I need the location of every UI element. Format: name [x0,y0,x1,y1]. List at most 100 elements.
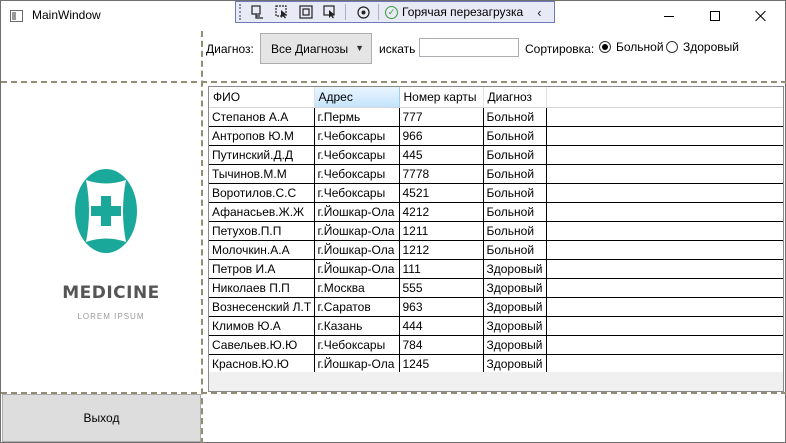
cell-diagnosis[interactable]: Здоровый [483,297,547,317]
cell-fio[interactable]: Афанасьев.Ж.Ж [209,202,315,222]
cell-fio[interactable]: Степанов А.А [209,107,315,127]
xaml-debug-toolbar: ✓ Горячая перезагрузка ‹ [235,1,555,23]
cell-diagnosis[interactable]: Больной [483,145,547,165]
cell-address[interactable]: г.Йошкар-Ола [314,221,400,241]
toolbar-grip[interactable] [239,4,245,20]
cell-address[interactable]: г.Йошкар-Ола [314,354,400,374]
sort-radio-sick[interactable] [599,41,611,53]
table-row[interactable]: Петухов.П.П г.Йошкар-Ола 1211 Больной [209,221,783,241]
table-row[interactable]: Климов Ю.А г.Казань 444 Здоровый [209,316,783,336]
table-row[interactable]: Воротилов.С.С г.Чебоксары 4521 Больной [209,183,783,203]
cell-card-number[interactable]: 445 [399,145,484,165]
collapse-toolbar-chevron-icon[interactable]: ‹ [537,5,541,20]
cell-diagnosis[interactable]: Больной [483,202,547,222]
select-element-button[interactable] [271,3,293,21]
cell-diagnosis[interactable]: Больной [483,240,547,260]
display-layout-adorners-button[interactable] [295,3,317,21]
cell-diagnosis[interactable]: Здоровый [483,316,547,336]
cell-diagnosis[interactable]: Здоровый [483,278,547,298]
close-button[interactable] [738,1,784,31]
table-row[interactable]: Краснов.Ю.Ю г.Йошкар-Ола 1245 Здоровый [209,354,783,374]
cell-card-number[interactable]: 1212 [399,240,484,260]
cell-fio[interactable]: Молочкин.А.А [209,240,315,260]
table-row[interactable]: Степанов А.А г.Пермь 777 Больной [209,107,783,127]
cursor-select-icon [275,5,287,19]
cell-card-number[interactable]: 444 [399,316,484,336]
track-focus-button[interactable] [319,3,341,21]
column-header-card-number[interactable]: Номер карты [399,87,484,108]
cell-diagnosis[interactable]: Больной [483,164,547,184]
table-row[interactable]: Тычинов.М.М г.Чебоксары 7778 Больной [209,164,783,184]
cell-card-number[interactable]: 555 [399,278,484,298]
table-row[interactable]: Антропов Ю.М г.Чебоксары 966 Больной [209,126,783,146]
cell-fio[interactable]: Антропов Ю.М [209,126,315,146]
track-focus-icon [323,5,335,19]
cell-card-number[interactable]: 966 [399,126,484,146]
column-header-fio[interactable]: ФИО [209,87,315,108]
table-row[interactable]: Савельев.Ю.Ю г.Чебоксары 784 Здоровый [209,335,783,355]
cell-address[interactable]: г.Саратов [314,297,400,317]
table-row[interactable]: Петров И.А г.Йошкар-Ола 111 Здоровый [209,259,783,279]
row-filler [546,126,783,146]
table-row[interactable]: Вознесенский Л.Т г.Саратов 963 Здоровый [209,297,783,317]
search-input[interactable] [419,38,519,57]
cell-card-number[interactable]: 7778 [399,164,484,184]
cell-address[interactable]: г.Чебоксары [314,126,400,146]
close-icon [755,10,767,22]
cell-address[interactable]: г.Казань [314,316,400,336]
cell-diagnosis[interactable]: Больной [483,126,547,146]
cell-card-number[interactable]: 1245 [399,354,484,374]
row-filler [546,316,783,336]
cell-fio[interactable]: Воротилов.С.С [209,183,315,203]
cell-fio[interactable]: Николаев П.П [209,278,315,298]
column-header-diagnosis[interactable]: Диагноз [483,87,547,108]
cell-address[interactable]: г.Чебоксары [314,164,400,184]
cell-address[interactable]: г.Пермь [314,107,400,127]
cell-diagnosis[interactable]: Здоровый [483,335,547,355]
cell-diagnosis[interactable]: Больной [483,183,547,203]
hot-reload-status[interactable]: ✓ Горячая перезагрузка [385,5,523,19]
cell-fio[interactable]: Тычинов.М.М [209,164,315,184]
binding-failures-button[interactable] [352,3,374,21]
cell-diagnosis[interactable]: Больной [483,107,547,127]
cell-card-number[interactable]: 784 [399,335,484,355]
live-visual-tree-button[interactable] [247,3,269,21]
cell-card-number[interactable]: 777 [399,107,484,127]
table-row[interactable]: Николаев П.П г.Москва 555 Здоровый [209,278,783,298]
cell-fio[interactable]: Краснов.Ю.Ю [209,354,315,374]
column-header-address[interactable]: Адрес [314,87,400,108]
cell-diagnosis[interactable]: Здоровый [483,354,547,374]
cell-address[interactable]: г.Йошкар-Ола [314,259,400,279]
sort-radio-healthy[interactable] [666,41,678,53]
cell-diagnosis[interactable]: Больной [483,221,547,241]
cell-card-number[interactable]: 963 [399,297,484,317]
cell-fio[interactable]: Вознесенский Л.Т [209,297,315,317]
cell-fio[interactable]: Савельев.Ю.Ю [209,335,315,355]
minimize-button[interactable] [646,1,692,31]
cell-card-number[interactable]: 1211 [399,221,484,241]
diagnosis-combobox[interactable]: Все Диагнозы ▼ [260,33,372,64]
table-row[interactable]: Афанасьев.Ж.Ж г.Йошкар-Ола 4212 Больной [209,202,783,222]
cell-address[interactable]: г.Чебоксары [314,183,400,203]
cell-card-number[interactable]: 4212 [399,202,484,222]
exit-button[interactable]: Выход [2,394,201,442]
sort-radio-sick-label[interactable]: Больной [616,40,664,54]
cell-address[interactable]: г.Йошкар-Ола [314,202,400,222]
cell-fio[interactable]: Климов Ю.А [209,316,315,336]
cell-card-number[interactable]: 4521 [399,183,484,203]
cell-address[interactable]: г.Йошкар-Ола [314,240,400,260]
cell-fio[interactable]: Петухов.П.П [209,221,315,241]
cell-fio[interactable]: Путинский.Д.Д [209,145,315,165]
datagrid-body: ФИО Адрес Номер карты Диагноз Степанов А.А г… [209,87,783,374]
sort-radio-healthy-label[interactable]: Здоровый [683,40,739,54]
maximize-button[interactable] [692,1,738,31]
table-row[interactable]: Путинский.Д.Д г.Чебоксары 445 Больной [209,145,783,165]
cell-diagnosis[interactable]: Здоровый [483,259,547,279]
cell-address[interactable]: г.Чебоксары [314,145,400,165]
cell-address[interactable]: г.Чебоксары [314,335,400,355]
table-row[interactable]: Молочкин.А.А г.Йошкар-Ола 1212 Больной [209,240,783,260]
cell-address[interactable]: г.Москва [314,278,400,298]
cell-card-number[interactable]: 111 [399,259,484,279]
patients-datagrid[interactable]: ФИО Адрес Номер карты Диагноз Степанов А.А г… [208,86,784,392]
cell-fio[interactable]: Петров И.А [209,259,315,279]
